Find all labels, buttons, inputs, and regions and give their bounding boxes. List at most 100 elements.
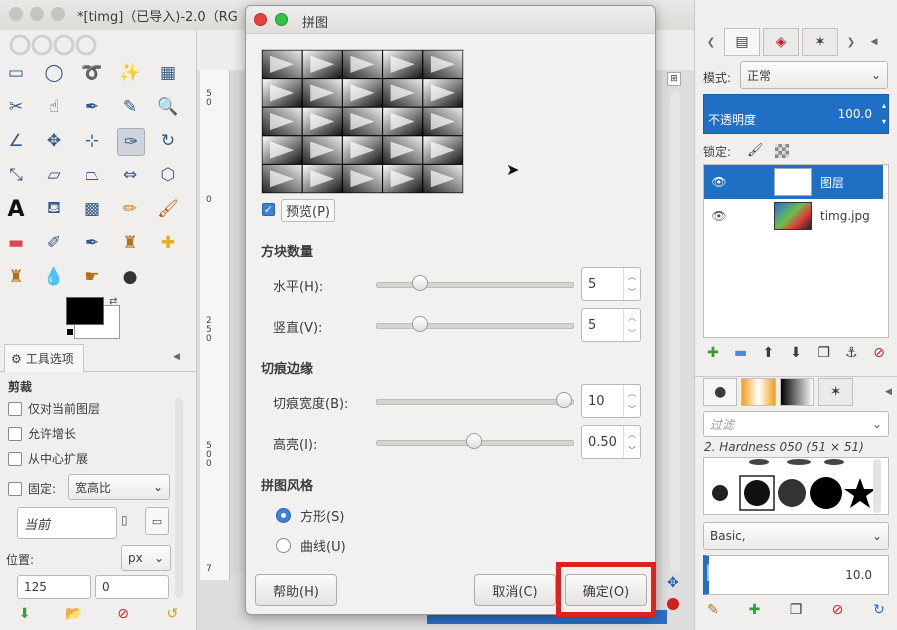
fixed-mode-select[interactable]: 宽高比 ⌄: [68, 474, 170, 500]
horizontal-slider[interactable]: [376, 275, 574, 291]
layer-row[interactable]: 👁 图层: [704, 165, 883, 199]
flip-icon[interactable]: ⇔: [117, 162, 143, 188]
fuzzy-select-icon[interactable]: ✨: [117, 60, 143, 86]
tab-scroll-right-icon[interactable]: ❯: [841, 32, 861, 52]
chevron-up-icon[interactable]: ︿: [628, 388, 636, 399]
minimize-window-button[interactable]: [30, 7, 44, 21]
bevel-width-spinbox[interactable]: 10 ︿ ﹀: [581, 384, 641, 418]
restore-options-icon[interactable]: 📂: [64, 604, 84, 624]
position-y-input[interactable]: 0: [95, 575, 169, 599]
chevron-up-icon[interactable]: ︿: [628, 271, 636, 282]
rect-select-icon[interactable]: ▭: [3, 60, 29, 86]
navigate-icon[interactable]: ✥: [667, 575, 679, 591]
ink-icon[interactable]: ✒: [79, 230, 105, 256]
vertical-spinbox[interactable]: 5 ︿ ﹀: [581, 308, 641, 342]
dialog-maximize-button[interactable]: [275, 13, 288, 26]
horizontal-spinbox[interactable]: 5 ︿ ﹀: [581, 267, 641, 301]
channels-tab-icon[interactable]: ◈: [763, 28, 799, 56]
blend-icon[interactable]: ▩: [79, 196, 105, 222]
delete-layer-icon[interactable]: ⊘: [869, 343, 889, 363]
pencil-icon[interactable]: ✏: [117, 196, 143, 222]
foreground-select-icon[interactable]: ☝: [41, 94, 67, 120]
paths-icon[interactable]: ✒: [79, 94, 105, 120]
style-curved-radio[interactable]: [276, 538, 291, 553]
lock-pixels-icon[interactable]: 🖌: [747, 143, 764, 158]
crop-icon[interactable]: ✑: [117, 128, 145, 156]
shear-icon[interactable]: ▱: [41, 162, 67, 188]
ellipse-select-icon[interactable]: ◯: [41, 60, 67, 86]
maximize-window-button[interactable]: [51, 7, 65, 21]
brush-grid-scrollbar[interactable]: [873, 459, 881, 513]
allow-growing-row[interactable]: 允许增长: [8, 425, 76, 442]
bevel-width-slider-knob[interactable]: [556, 392, 572, 408]
position-unit-select[interactable]: px ⌄: [121, 545, 171, 571]
swap-colors-icon[interactable]: ⇄: [109, 296, 117, 307]
tab-menu-icon[interactable]: ◀: [864, 32, 884, 52]
canvas-v-scrollbar[interactable]: [670, 92, 680, 572]
new-layer-group-icon[interactable]: ▬: [731, 343, 751, 363]
duplicate-brush-icon[interactable]: ❐: [786, 600, 806, 620]
chevron-down-icon[interactable]: ﹀: [628, 404, 636, 415]
refresh-brushes-icon[interactable]: ↻: [869, 600, 889, 620]
visibility-eye-icon[interactable]: 👁: [704, 175, 734, 189]
lower-layer-icon[interactable]: ⬇: [786, 343, 806, 363]
edit-brush-icon[interactable]: ✎: [703, 600, 723, 620]
style-square-option[interactable]: 方形(S): [276, 506, 344, 525]
chevron-up-icon[interactable]: ▴: [882, 101, 886, 110]
brush-preset-select[interactable]: Basic, ⌄: [703, 522, 889, 550]
expand-center-checkbox[interactable]: [8, 451, 22, 466]
preview-label[interactable]: 预览(P): [281, 199, 335, 222]
layers-tab-icon[interactable]: ▤: [724, 28, 760, 56]
visibility-eye-icon[interactable]: 👁: [704, 209, 734, 223]
scale-icon[interactable]: ⤡: [3, 162, 29, 188]
tab-menu-icon[interactable]: ◀: [173, 352, 180, 362]
aspect-ratio-entry[interactable]: 当前: [17, 507, 117, 539]
rotate-icon[interactable]: ↻: [155, 128, 181, 154]
patterns-tab-icon[interactable]: [741, 377, 776, 406]
perspective-clone-icon[interactable]: ♜: [3, 264, 29, 290]
move-icon[interactable]: ✥: [41, 128, 67, 154]
bevel-width-slider[interactable]: [376, 392, 574, 408]
foreground-color-swatch[interactable]: [66, 297, 104, 325]
chevron-up-icon[interactable]: ︿: [628, 312, 636, 323]
layer-row[interactable]: 👁 timg.jpg: [704, 199, 883, 233]
eraser-icon[interactable]: ▬: [3, 230, 29, 256]
preview-checkbox[interactable]: ✓: [262, 203, 275, 216]
default-colors-icon[interactable]: [66, 328, 74, 336]
dialog-close-button[interactable]: [254, 13, 267, 26]
blur-icon[interactable]: 💧: [41, 264, 67, 290]
help-button[interactable]: 帮助(H): [255, 574, 337, 606]
free-select-icon[interactable]: ➰: [79, 60, 105, 86]
highlight-slider[interactable]: [376, 433, 574, 449]
save-options-icon[interactable]: ⬇: [15, 604, 35, 624]
style-curved-option[interactable]: 曲线(U): [276, 536, 346, 555]
lock-alpha-icon[interactable]: [775, 144, 789, 158]
brush-grid[interactable]: [703, 457, 889, 515]
chevron-up-icon[interactable]: ︿: [628, 429, 636, 440]
chevron-down-icon[interactable]: ﹀: [628, 445, 636, 456]
only-current-layer-checkbox[interactable]: [8, 401, 22, 416]
chevron-down-icon[interactable]: ﹀: [628, 287, 636, 298]
close-window-button[interactable]: [9, 7, 23, 21]
vertical-slider-knob[interactable]: [412, 316, 428, 332]
highlight-spinbox[interactable]: 0.50 ︿ ﹀: [581, 425, 641, 459]
opacity-slider[interactable]: 不透明度 100.0 ▴ ▾: [703, 94, 889, 134]
horizontal-slider-knob[interactable]: [412, 275, 428, 291]
brushes-tab-icon[interactable]: ●: [703, 377, 738, 406]
smudge-icon[interactable]: ☛: [79, 264, 105, 290]
position-x-input[interactable]: 125: [17, 575, 91, 599]
fonts-tab-icon[interactable]: ✶: [818, 377, 853, 406]
quick-mask-icon[interactable]: [667, 598, 679, 610]
brush-filter-input[interactable]: 过滤 ⌄: [703, 411, 889, 437]
gradients-tab-icon[interactable]: [779, 377, 815, 406]
color-select-icon[interactable]: ▦: [155, 60, 181, 86]
dodge-burn-icon[interactable]: ●: [117, 264, 143, 290]
style-square-radio[interactable]: [276, 508, 291, 523]
chevron-down-icon[interactable]: ﹀: [628, 328, 636, 339]
clone-icon[interactable]: ♜: [117, 230, 143, 256]
reset-options-icon[interactable]: ↺: [162, 604, 182, 624]
cage-icon[interactable]: ⬡: [155, 162, 181, 188]
anchor-layer-icon[interactable]: ⚓: [841, 343, 861, 363]
landscape-icon[interactable]: ▭: [145, 507, 169, 535]
scissors-icon[interactable]: ✂: [3, 94, 29, 120]
